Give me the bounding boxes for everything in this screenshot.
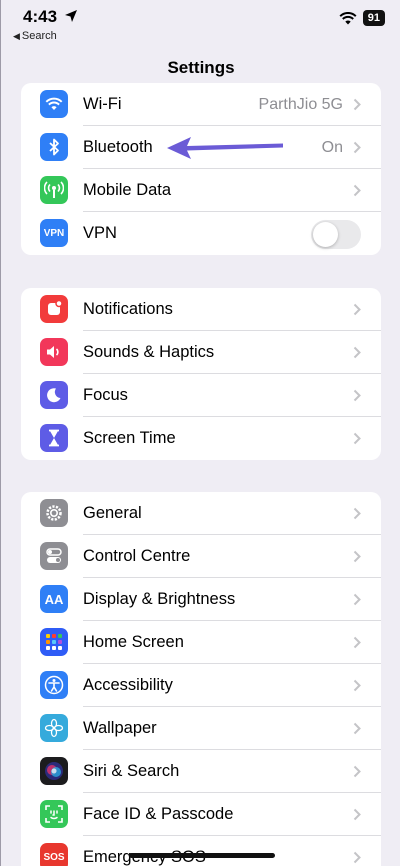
status-indicators: 91	[339, 10, 385, 26]
row-label: Control Centre	[83, 547, 191, 565]
status-bar: 4:43 ◀ Search 91	[1, 0, 400, 46]
hourglass-icon	[40, 424, 68, 452]
row-general[interactable]: General	[21, 492, 381, 535]
back-to-search-link[interactable]: ◀ Search	[13, 30, 57, 42]
row-label: VPN	[83, 224, 117, 242]
moon-icon	[40, 381, 68, 409]
row-label: Notifications	[83, 300, 173, 318]
chevron-right-icon	[353, 141, 361, 154]
app-grid-icon	[40, 628, 68, 656]
row-label: Display & Brightness	[83, 590, 236, 608]
row-label: General	[83, 504, 142, 522]
flower-icon	[40, 714, 68, 742]
accessibility-icon	[40, 671, 68, 699]
speaker-icon	[40, 338, 68, 366]
chevron-right-icon	[353, 722, 361, 735]
back-caret-icon: ◀	[13, 31, 20, 41]
chevron-right-icon	[353, 636, 361, 649]
connectivity-group: Wi-Fi ParthJio 5G Bluetooth On Mobile Da…	[21, 83, 381, 255]
row-vpn[interactable]: VPN VPN	[21, 212, 381, 255]
row-focus[interactable]: Focus	[21, 374, 381, 417]
back-label: Search	[21, 30, 57, 42]
chevron-right-icon	[353, 346, 361, 359]
row-label: Sounds & Haptics	[83, 343, 215, 361]
chevron-right-icon	[353, 593, 361, 606]
chevron-right-icon	[353, 389, 361, 402]
row-label: Home Screen	[83, 633, 184, 651]
vpn-icon: VPN	[40, 219, 68, 247]
row-label: Mobile Data	[83, 181, 172, 199]
row-face-id[interactable]: Face ID & Passcode	[21, 793, 381, 836]
row-label: Wallpaper	[83, 719, 157, 737]
chevron-right-icon	[353, 303, 361, 316]
row-label: Focus	[83, 386, 128, 404]
row-emergency-sos[interactable]: SOS Emergency SOS	[21, 836, 381, 866]
face-id-icon	[40, 800, 68, 828]
wifi-icon	[40, 90, 68, 118]
switches-icon	[40, 542, 68, 570]
row-wallpaper[interactable]: Wallpaper	[21, 707, 381, 750]
row-screen-time[interactable]: Screen Time	[21, 417, 381, 460]
row-label: Screen Time	[83, 429, 176, 447]
chevron-right-icon	[353, 507, 361, 520]
row-label: Bluetooth	[83, 138, 153, 156]
row-display[interactable]: AA Display & Brightness	[21, 578, 381, 621]
page-title: Settings	[167, 58, 235, 77]
row-label: Wi-Fi	[83, 95, 122, 113]
bluetooth-status-value: On	[321, 138, 343, 156]
wifi-network-value: ParthJio 5G	[258, 95, 343, 113]
chevron-right-icon	[353, 808, 361, 821]
wifi-status-icon	[339, 11, 357, 24]
sos-icon: SOS	[40, 843, 68, 866]
chevron-right-icon	[353, 184, 361, 197]
chevron-right-icon	[353, 851, 361, 864]
row-wifi[interactable]: Wi-Fi ParthJio 5G	[21, 83, 381, 126]
row-mobile-data[interactable]: Mobile Data	[21, 169, 381, 212]
row-label: Siri & Search	[83, 762, 180, 780]
bell-icon	[40, 295, 68, 323]
chevron-right-icon	[353, 550, 361, 563]
row-label: Face ID & Passcode	[83, 805, 234, 823]
vpn-toggle[interactable]	[311, 220, 361, 249]
antenna-icon	[40, 176, 68, 204]
row-notifications[interactable]: Notifications	[21, 288, 381, 331]
chevron-right-icon	[353, 432, 361, 445]
chevron-right-icon	[353, 679, 361, 692]
clock: 4:43	[23, 7, 58, 26]
general-group: General Control Centre AA Display & Brig…	[21, 492, 381, 866]
chevron-right-icon	[353, 765, 361, 778]
toggle-knob	[313, 222, 338, 247]
row-sounds[interactable]: Sounds & Haptics	[21, 331, 381, 374]
siri-icon	[40, 757, 68, 785]
bluetooth-icon	[40, 133, 68, 161]
row-label: Accessibility	[83, 676, 173, 694]
battery-level: 91	[362, 10, 385, 26]
annotation-arrow-icon	[167, 137, 283, 159]
home-indicator[interactable]	[129, 853, 275, 858]
row-home-screen[interactable]: Home Screen	[21, 621, 381, 664]
row-control-centre[interactable]: Control Centre	[21, 535, 381, 578]
gear-icon	[40, 499, 68, 527]
notifications-group: Notifications Sounds & Haptics Focus Scr…	[21, 288, 381, 460]
location-arrow-icon	[65, 10, 77, 22]
row-accessibility[interactable]: Accessibility	[21, 664, 381, 707]
text-size-icon: AA	[40, 585, 68, 613]
row-siri[interactable]: Siri & Search	[21, 750, 381, 793]
chevron-right-icon	[353, 98, 361, 111]
